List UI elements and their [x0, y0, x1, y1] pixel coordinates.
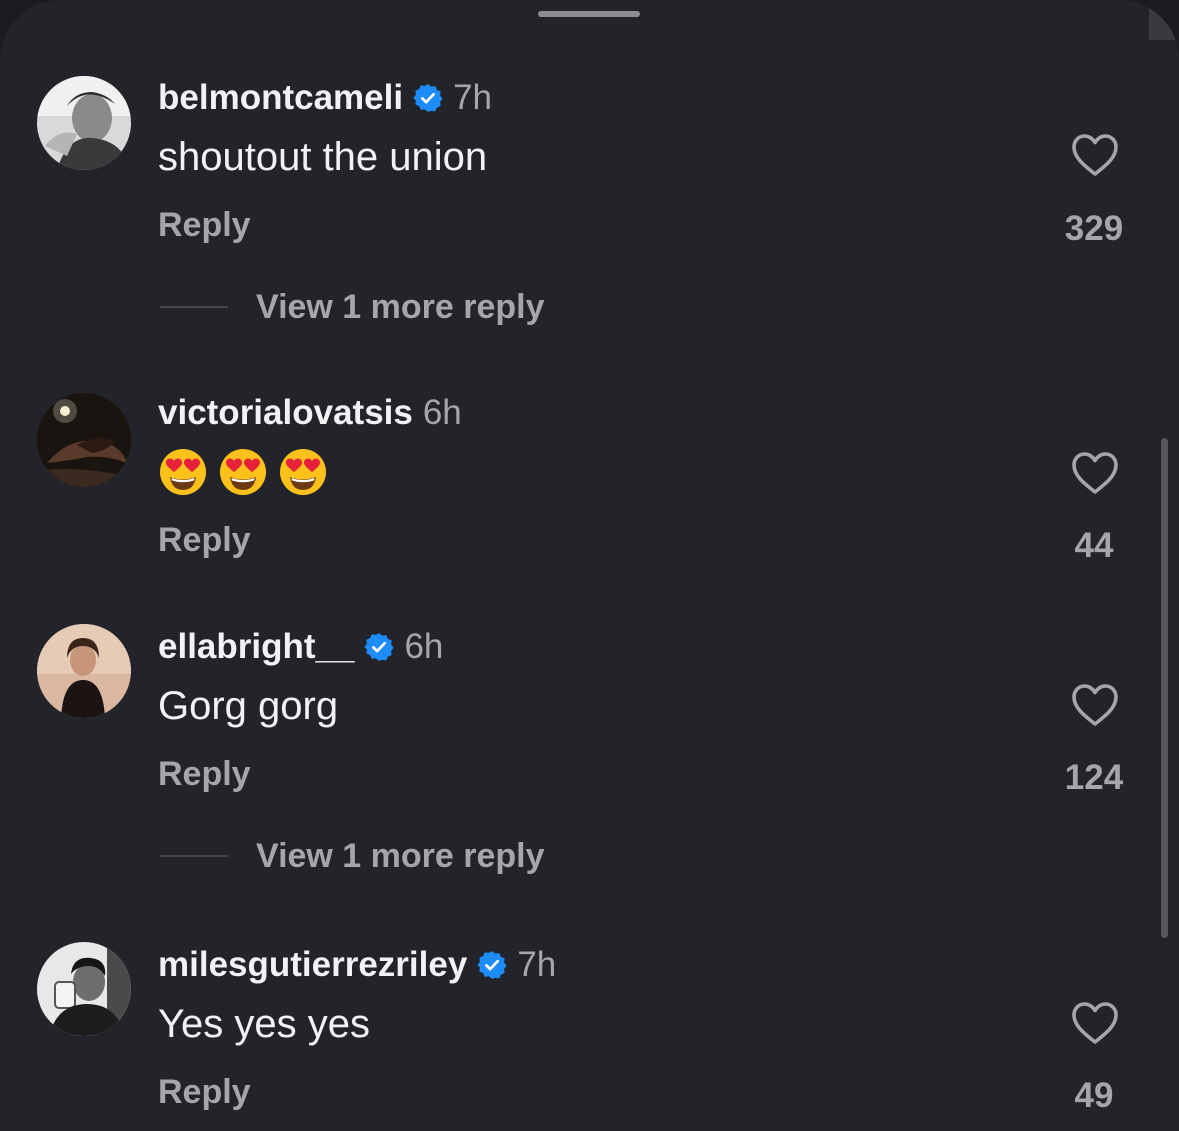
avatar[interactable] [37, 393, 131, 487]
drag-handle[interactable] [538, 11, 640, 17]
reply-thread-line [160, 306, 228, 308]
heart-icon[interactable] [1070, 450, 1120, 496]
avatar-photo [37, 393, 131, 487]
heart-icon[interactable] [1070, 132, 1120, 178]
view-more-replies-label: View 1 more reply [256, 288, 545, 326]
like-count: 124 [1064, 758, 1124, 797]
comments-sheet[interactable]: belmontcameli 7h shoutout the union Repl… [0, 0, 1179, 1131]
timestamp: 6h [404, 627, 444, 666]
like-count: 49 [1074, 1076, 1114, 1115]
timestamp: 7h [517, 945, 557, 984]
verified-badge-icon [477, 950, 507, 980]
heart-eyes-emoji-icon [218, 447, 268, 497]
comment-text: Gorg gorg [158, 684, 339, 728]
like-count: 329 [1064, 209, 1124, 248]
comment-header: ellabright__ 6h [158, 627, 443, 667]
avatar-photo [37, 624, 131, 718]
timestamp: 6h [422, 393, 462, 432]
view-more-replies-button[interactable]: View 1 more reply [160, 836, 545, 876]
comment-header: belmontcameli 7h [158, 78, 492, 118]
verified-badge-icon [413, 83, 443, 113]
username[interactable]: milesgutierrezriley [158, 945, 467, 985]
heart-icon[interactable] [1070, 682, 1120, 728]
comment-emojis [158, 447, 328, 497]
view-more-replies-button[interactable]: View 1 more reply [160, 287, 545, 327]
reply-button[interactable]: Reply [158, 520, 251, 560]
reply-button[interactable]: Reply [158, 1072, 251, 1112]
scrollbar[interactable] [1161, 438, 1168, 938]
username[interactable]: ellabright__ [158, 627, 354, 667]
avatar-photo [37, 942, 131, 1036]
view-more-replies-label: View 1 more reply [256, 837, 545, 875]
avatar-photo [37, 76, 131, 170]
avatar[interactable] [37, 624, 131, 718]
comment-header: victorialovatsis 6h [158, 393, 462, 433]
heart-eyes-emoji-icon [278, 447, 328, 497]
comment-header: milesgutierrezriley 7h [158, 945, 556, 985]
username[interactable]: victorialovatsis [158, 393, 413, 433]
verified-badge-icon [364, 632, 394, 662]
timestamp: 7h [453, 78, 493, 117]
comment-text: shoutout the union [158, 135, 488, 179]
heart-icon[interactable] [1070, 1000, 1120, 1046]
reply-button[interactable]: Reply [158, 205, 251, 245]
reply-thread-line [160, 855, 228, 857]
reply-button[interactable]: Reply [158, 754, 251, 794]
avatar[interactable] [37, 942, 131, 1036]
like-count: 44 [1074, 526, 1114, 565]
comment-text: Yes yes yes [158, 1002, 370, 1046]
avatar[interactable] [37, 76, 131, 170]
heart-eyes-emoji-icon [158, 447, 208, 497]
username[interactable]: belmontcameli [158, 78, 403, 118]
background-corner [1149, 0, 1179, 40]
